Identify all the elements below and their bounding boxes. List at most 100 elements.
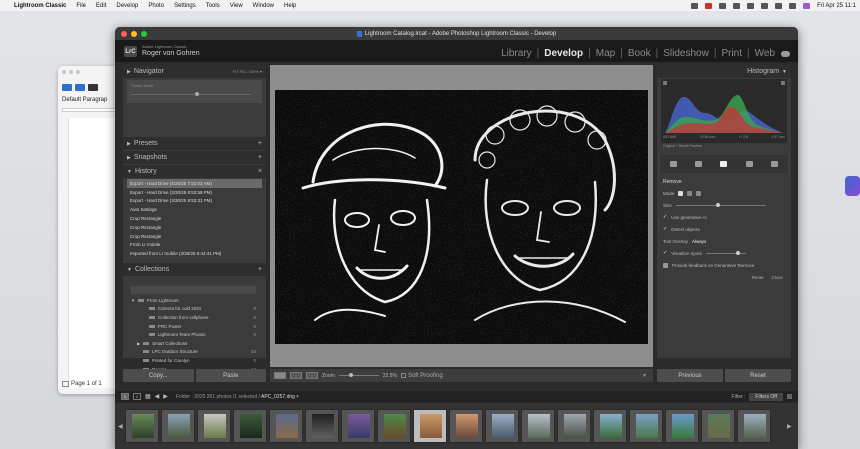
history-header[interactable]: ▼ History × — [123, 165, 266, 178]
module-slideshow[interactable]: Slideshow — [663, 48, 709, 59]
image-canvas[interactable] — [270, 65, 653, 367]
filmstrip-thumb[interactable] — [197, 409, 231, 443]
soft-proofing-toggle[interactable]: Soft Proofing — [400, 373, 443, 379]
zoom-slider-thumb[interactable] — [348, 373, 353, 377]
filmstrip-thumb[interactable] — [521, 409, 555, 443]
photo-preview[interactable] — [275, 90, 648, 344]
menu-help[interactable]: Help — [284, 3, 296, 9]
navigator-preview[interactable]: Preset None — [127, 80, 262, 103]
clear-history-icon[interactable]: × — [258, 168, 262, 175]
filmstrip-thumb-selected[interactable] — [413, 409, 447, 443]
control-center-icon[interactable] — [789, 2, 797, 9]
collection-item[interactable]: Camera for cold 2021 0 — [127, 305, 262, 314]
content-aware-icon[interactable] — [678, 190, 684, 196]
desktop-app-icon[interactable] — [845, 176, 860, 196]
document-page[interactable] — [68, 118, 120, 388]
filmstrip-thumb[interactable] — [341, 409, 375, 443]
zoom-slider[interactable] — [338, 373, 379, 377]
menu-develop[interactable]: Develop — [116, 3, 138, 9]
module-map[interactable]: Map — [596, 48, 615, 59]
menu-window[interactable]: Window — [253, 3, 274, 9]
collections-header[interactable]: ▼ Collections + — [123, 263, 266, 276]
history-item[interactable]: Crop Rectangle — [127, 214, 262, 223]
filter-select[interactable]: Filters Off — [749, 392, 783, 401]
toolbar-menu-chevron-icon[interactable]: ▼ — [642, 373, 647, 379]
size-slider-thumb[interactable] — [715, 202, 720, 207]
visualize-slider-thumb[interactable] — [735, 250, 740, 255]
visualize-slider[interactable] — [705, 250, 746, 255]
module-web[interactable]: Web — [755, 48, 775, 59]
paste-button[interactable]: Paste — [195, 369, 266, 382]
previous-button[interactable]: Previous — [657, 369, 723, 382]
grid-icon[interactable]: ▦ — [145, 393, 151, 400]
collection-item[interactable]: Collection from cellphone 0 — [127, 313, 262, 322]
new-doc-icon[interactable] — [62, 84, 72, 91]
collection-item[interactable]: LPC Outdoor Structure 20 — [127, 348, 262, 357]
close-link[interactable]: Close — [771, 275, 783, 280]
history-item[interactable]: Crop Rectangle — [127, 232, 262, 241]
soft-proofing-checkbox[interactable] — [400, 373, 406, 378]
filmstrip-thumb[interactable] — [233, 409, 267, 443]
zoom-window-icon[interactable] — [141, 31, 147, 37]
battery-icon[interactable] — [747, 2, 755, 9]
collection-set[interactable]: ▶ Smart Collections — [127, 339, 262, 348]
collection-item[interactable]: Lightroom Team Photos 0 — [127, 330, 262, 339]
cloud-sync-icon[interactable] — [781, 50, 790, 57]
lock-icon[interactable] — [787, 394, 792, 399]
collection-set[interactable]: ▼ From Lightroom — [127, 296, 262, 305]
reset-link[interactable]: Reset — [752, 275, 764, 280]
history-item[interactable]: Export - Hard Drive (3/30/25 8:53:31 PM) — [127, 197, 262, 206]
add-collection-icon[interactable]: + — [258, 266, 262, 273]
wifi-icon[interactable] — [733, 2, 741, 9]
navigator-header[interactable]: ▶ Navigator FIT FILL 100% ▾ — [123, 65, 266, 78]
menu-settings[interactable]: Settings — [174, 3, 196, 9]
add-preset-icon[interactable]: + — [258, 140, 262, 147]
filmstrip-thumb[interactable] — [161, 409, 195, 443]
filmstrip-thumb[interactable] — [485, 409, 519, 443]
menu-view[interactable]: View — [230, 3, 243, 9]
history-item[interactable]: From Lr mobile — [127, 241, 262, 250]
save-icon[interactable] — [88, 84, 98, 91]
size-slider[interactable] — [675, 202, 766, 207]
minimize-window-icon[interactable] — [131, 31, 137, 37]
checkmark-icon[interactable]: ✓ — [663, 226, 667, 232]
menu-photo[interactable]: Photo — [148, 3, 164, 9]
filmstrip-thumb[interactable] — [665, 409, 699, 443]
detect-objects-row[interactable]: ✓ Detect objects — [661, 223, 787, 235]
source-path[interactable]: Folder : 2025 261 photos /1 selected / A… — [176, 394, 299, 400]
navigator-zoom-options[interactable]: FIT FILL 100% ▾ — [233, 69, 262, 74]
masking-icon[interactable] — [770, 161, 778, 167]
checkmark-icon[interactable]: ✓ — [663, 250, 667, 256]
presets-header[interactable]: ▶ Presets + — [123, 137, 266, 150]
eraser-icon[interactable] — [720, 161, 728, 167]
history-item[interactable]: Imported from Lr mobile (3/30/25 5:44:41… — [127, 249, 262, 258]
copy-button[interactable]: Copy... — [123, 369, 194, 382]
histogram-chart[interactable] — [661, 79, 787, 135]
menu-app[interactable]: Lightroom Classic — [14, 3, 66, 9]
siri-icon[interactable] — [803, 2, 811, 9]
menubar-clock[interactable]: Fri Apr 25 11:1 — [817, 3, 856, 9]
history-item[interactable]: Export - Hard Drive (4/25/25 7:52:03 AM) — [127, 179, 262, 188]
navigator-slider-thumb[interactable] — [195, 92, 199, 96]
second-window-button[interactable]: 2 — [133, 393, 141, 400]
filmstrip-thumb[interactable] — [701, 409, 735, 443]
before-after-icon[interactable] — [290, 372, 302, 379]
paragraph-style-select[interactable]: Default Paragrap — [62, 97, 107, 103]
filmstrip-thumb[interactable] — [629, 409, 663, 443]
menu-tools[interactable]: Tools — [206, 3, 220, 9]
visualize-row[interactable]: ✓ Visualize Spots — [661, 247, 787, 259]
filmstrip-thumb[interactable] — [377, 409, 411, 443]
tool-overlay-select[interactable]: Always — [692, 239, 706, 244]
scroll-left-icon[interactable]: ◀ — [118, 423, 123, 430]
red-eye-icon[interactable] — [745, 161, 753, 167]
loupe-view-icon[interactable] — [274, 372, 286, 379]
yy-compare-icon[interactable] — [306, 372, 318, 379]
heal-icon[interactable] — [687, 190, 693, 196]
folder-icon[interactable] — [75, 84, 85, 91]
clock-icon[interactable] — [761, 2, 769, 9]
status-app-icon[interactable] — [691, 2, 699, 9]
history-item[interactable]: Auto Settings — [127, 205, 262, 214]
person-icon[interactable] — [719, 2, 727, 9]
clone-icon[interactable] — [696, 190, 702, 196]
module-library[interactable]: Library — [501, 48, 532, 59]
